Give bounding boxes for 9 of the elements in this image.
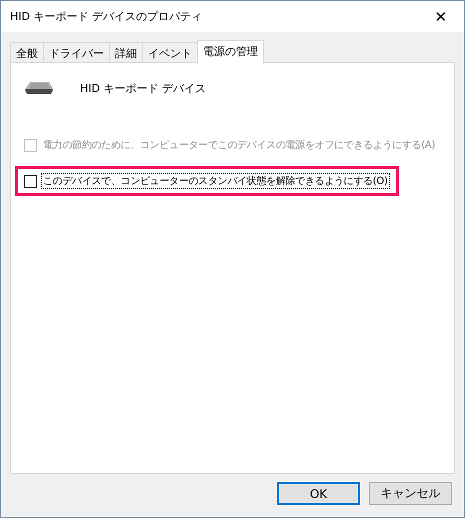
keyboard-icon: [24, 81, 54, 95]
ok-button[interactable]: OK: [277, 482, 360, 505]
tab[interactable]: 電源の管理: [197, 40, 264, 64]
cancel-button[interactable]: キャンセル: [369, 482, 452, 505]
window-title: HID キーボード デバイスのプロパティ: [10, 9, 203, 24]
close-button[interactable]: ✕: [418, 1, 464, 32]
checkbox-label[interactable]: このデバイスで、コンピューターのスタンバイ状態を解除できるようにする(O): [41, 173, 390, 189]
device-name: HID キーボード デバイス: [80, 80, 206, 96]
checkbox[interactable]: [24, 174, 37, 188]
